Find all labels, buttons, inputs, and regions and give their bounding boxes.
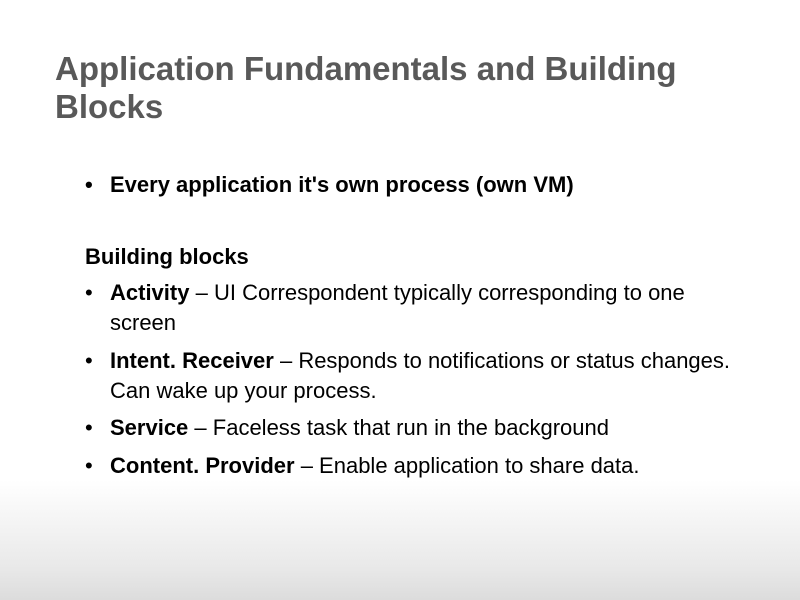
term: Service [110,415,188,440]
slide: Application Fundamentals and Building Bl… [0,0,800,519]
list-item: Service – Faceless task that run in the … [85,413,745,443]
main-bullet: Every application it's own process (own … [85,171,745,200]
list-item: Activity – UI Correspondent typically co… [85,278,745,337]
subheading: Building blocks [85,244,745,270]
sep: – [274,348,298,373]
term: Content. Provider [110,453,295,478]
desc: Faceless task that run in the background [213,415,609,440]
sep: – [189,280,213,305]
term: Intent. Receiver [110,348,274,373]
sep: – [188,415,212,440]
desc: Enable application to share data. [319,453,639,478]
sep: – [295,453,319,478]
slide-content: Every application it's own process (own … [55,171,745,481]
term: Activity [110,280,189,305]
list-item: Intent. Receiver – Responds to notificat… [85,346,745,405]
slide-title: Application Fundamentals and Building Bl… [55,50,745,126]
list-item: Content. Provider – Enable application t… [85,451,745,481]
